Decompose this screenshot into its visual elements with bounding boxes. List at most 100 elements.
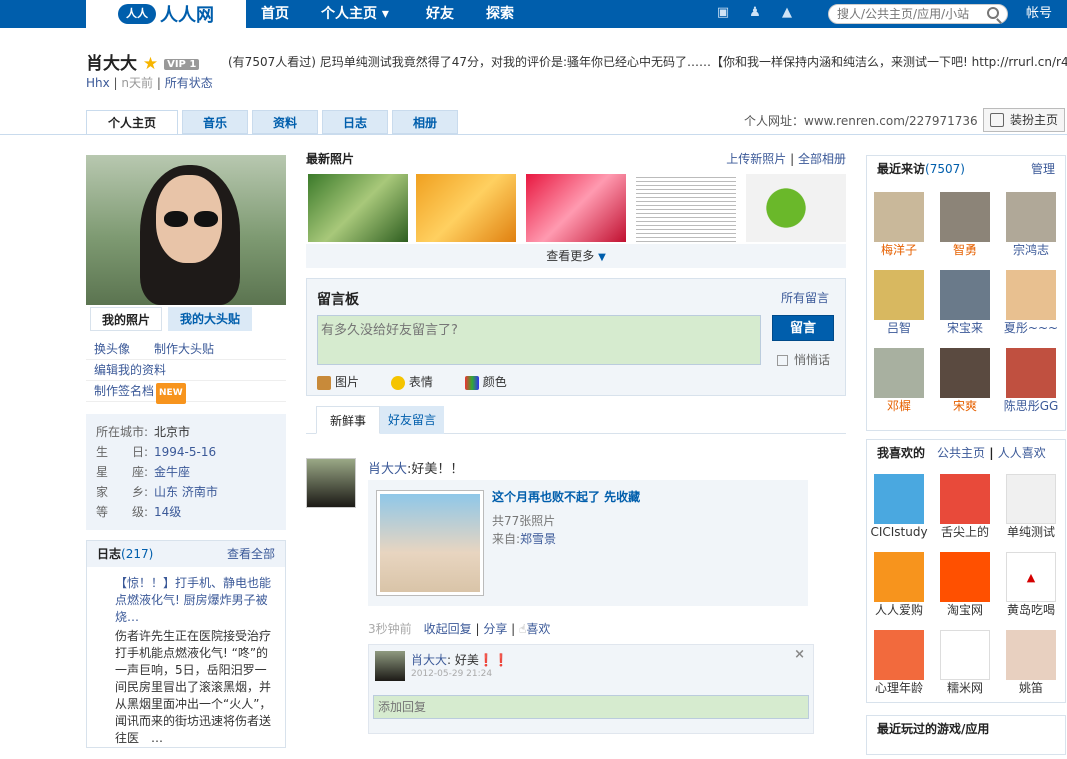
nav-home[interactable]: 首页 bbox=[261, 0, 289, 28]
nav-explore[interactable]: 探索 bbox=[486, 0, 514, 28]
tab-news-feed[interactable]: 新鲜事 bbox=[316, 406, 380, 434]
change-avatar-link[interactable]: 换头像 bbox=[94, 342, 130, 356]
whisper-checkbox[interactable]: 悄悄话 bbox=[777, 351, 830, 368]
dress-up-button[interactable]: 装扮主页 bbox=[983, 108, 1065, 132]
visitor-item[interactable]: 陈思彤GG bbox=[1001, 348, 1061, 414]
blog-box: 日志(217) 查看全部 【惊！！】打手机、静电也能点燃液化气! 厨房爆炸男子被烧… bbox=[86, 540, 295, 748]
like-item[interactable]: ▲ 黄岛吃喝 bbox=[1001, 552, 1061, 618]
like-item[interactable]: 人人爱购 bbox=[869, 552, 929, 618]
search-input[interactable] bbox=[829, 5, 979, 23]
info-value[interactable]: 14级 bbox=[154, 505, 181, 519]
like-item[interactable]: CICIstudy bbox=[869, 474, 929, 540]
source-label: 来自: bbox=[492, 532, 521, 546]
vip-badge[interactable]: VIP 1 bbox=[164, 58, 200, 70]
see-more-button[interactable]: 查看更多 ▼ bbox=[306, 244, 846, 268]
close-icon[interactable]: × bbox=[794, 647, 805, 662]
search-icon[interactable] bbox=[987, 7, 999, 19]
like-item[interactable]: 糯米网 bbox=[935, 630, 995, 696]
message-input[interactable] bbox=[317, 315, 761, 365]
share-link[interactable]: 分享 bbox=[483, 622, 507, 636]
tab-blog[interactable]: 日志 bbox=[322, 110, 388, 134]
like-item[interactable]: 淘宝网 bbox=[935, 552, 995, 618]
color-button[interactable]: 颜色 bbox=[464, 375, 521, 390]
album-title[interactable]: 这个月再也败不起了 先收藏 bbox=[492, 488, 640, 505]
album-cover[interactable] bbox=[376, 490, 484, 596]
like-item[interactable]: 姚笛 bbox=[1001, 630, 1061, 696]
info-row-level: 等 级: 14级 bbox=[96, 502, 276, 522]
tab-home[interactable]: 个人主页 bbox=[86, 110, 178, 135]
app-icon bbox=[874, 552, 924, 602]
profile-name-text: 肖大大 bbox=[86, 54, 137, 74]
photo-thumb-strawberry[interactable] bbox=[526, 174, 626, 242]
account-menu[interactable]: 帐号 bbox=[1026, 0, 1052, 28]
visitor-item[interactable]: 梅洋子 bbox=[869, 192, 929, 258]
nav-profile[interactable]: 个人主页 ▾ bbox=[321, 0, 389, 28]
like-link[interactable]: 喜欢 bbox=[526, 622, 550, 636]
make-signature-link[interactable]: 制作签名档 bbox=[94, 384, 154, 398]
upload-photo-link[interactable]: 上传新照片 bbox=[726, 152, 786, 166]
info-value[interactable]: 山东 济南市 bbox=[154, 485, 218, 499]
visitor-item[interactable]: 宋宝来 bbox=[935, 270, 995, 336]
info-row-hometown: 家 乡: 山东 济南市 bbox=[96, 482, 276, 502]
tab-info[interactable]: 资料 bbox=[252, 110, 318, 134]
image-icon bbox=[317, 375, 331, 390]
photo-thumb-mango[interactable] bbox=[416, 174, 516, 242]
visitors-title: 最近来访 bbox=[877, 162, 926, 176]
tab-my-photos[interactable]: 我的照片 bbox=[90, 307, 162, 331]
avatar bbox=[874, 270, 924, 320]
blog-entry-title[interactable]: 【惊！！】打手机、静电也能点燃液化气! 厨房爆炸男子被烧… bbox=[97, 575, 275, 626]
tab-friend-messages[interactable]: 好友留言 bbox=[380, 406, 444, 434]
photo-thumb-watermelon[interactable] bbox=[308, 174, 408, 242]
visitor-item[interactable]: 吕智 bbox=[869, 270, 929, 336]
manage-link[interactable]: 管理 bbox=[1031, 156, 1055, 182]
all-albums-link[interactable]: 全部相册 bbox=[798, 152, 846, 166]
reply-author[interactable]: 肖大大 bbox=[411, 653, 447, 667]
post-message-button[interactable]: 留言 bbox=[772, 315, 834, 341]
emoji-button[interactable]: 表情 bbox=[390, 375, 447, 390]
add-reply-input[interactable] bbox=[373, 695, 809, 719]
photo-thumb-document[interactable] bbox=[636, 174, 736, 242]
links-row-2: 编辑我的资料 bbox=[86, 360, 286, 381]
like-name: 心理年龄 bbox=[874, 681, 923, 695]
status-text: (有7507人看过) 尼玛单纯测试我竟然得了47分，对我的评价是:骚年你已经心中… bbox=[228, 55, 1067, 69]
like-item[interactable]: 舌尖上的 bbox=[935, 474, 995, 540]
tab-music[interactable]: 音乐 bbox=[182, 110, 248, 134]
status-continuation[interactable]: Hhx bbox=[86, 76, 110, 90]
visitor-item[interactable]: 宗鸿志 bbox=[1001, 192, 1061, 258]
like-item[interactable]: 单纯测试 bbox=[1001, 474, 1061, 540]
visitor-item[interactable]: 智勇 bbox=[935, 192, 995, 258]
visitors-count: (7507) bbox=[925, 162, 965, 176]
tab-album[interactable]: 相册 bbox=[392, 110, 458, 134]
likes-tab-public-pages[interactable]: 公共主页 bbox=[937, 446, 985, 460]
visitor-item[interactable]: 邓樨 bbox=[869, 348, 929, 414]
profile-photo[interactable] bbox=[86, 155, 286, 305]
like-name: 人人爱购 bbox=[874, 603, 923, 617]
make-sticker-link[interactable]: 制作大头贴 bbox=[154, 342, 214, 356]
avatar[interactable] bbox=[375, 651, 405, 681]
visitor-item[interactable]: 夏彤~~~ bbox=[1001, 270, 1061, 336]
add-friend-icon[interactable]: ♟ bbox=[746, 5, 764, 21]
nav-friends[interactable]: 好友 bbox=[426, 0, 454, 28]
source-name[interactable]: 郑雪景 bbox=[520, 532, 556, 546]
like-item[interactable]: 心理年龄 bbox=[869, 630, 929, 696]
all-status-link[interactable]: 所有状态 bbox=[165, 76, 213, 90]
chat-icon[interactable]: ▣ bbox=[714, 5, 732, 21]
recent-visitors: 最近来访(7507) 管理 梅洋子 智勇 宗鸿志 吕智 宋宝来 夏彤~~~ 邓樨 … bbox=[866, 155, 1066, 431]
photo-thumb-kiwi[interactable] bbox=[746, 174, 846, 242]
album-photo-count: 共77张照片 bbox=[492, 514, 556, 528]
visitor-item[interactable]: 宋爽 bbox=[935, 348, 995, 414]
blog-view-all[interactable]: 查看全部 bbox=[227, 541, 275, 567]
edit-profile-link[interactable]: 编辑我的资料 bbox=[94, 363, 166, 377]
likes-tab-renren-likes[interactable]: 人人喜欢 bbox=[998, 446, 1046, 460]
collapse-replies-link[interactable]: 收起回复 bbox=[424, 622, 472, 636]
all-messages-link[interactable]: 所有留言 bbox=[781, 289, 829, 306]
feed-author[interactable]: 肖大大 bbox=[368, 462, 407, 477]
info-value[interactable]: 金牛座 bbox=[154, 465, 190, 479]
notification-bell-icon[interactable]: ▲ bbox=[778, 5, 796, 21]
renren-logo[interactable]: 人人 人人网 bbox=[86, 0, 246, 28]
info-value[interactable]: 1994-5-16 bbox=[154, 445, 216, 459]
insert-image-button[interactable]: 图片 bbox=[317, 375, 373, 390]
avatar bbox=[940, 192, 990, 242]
avatar[interactable] bbox=[306, 458, 356, 508]
tab-my-stickers[interactable]: 我的大头贴 bbox=[168, 307, 252, 331]
